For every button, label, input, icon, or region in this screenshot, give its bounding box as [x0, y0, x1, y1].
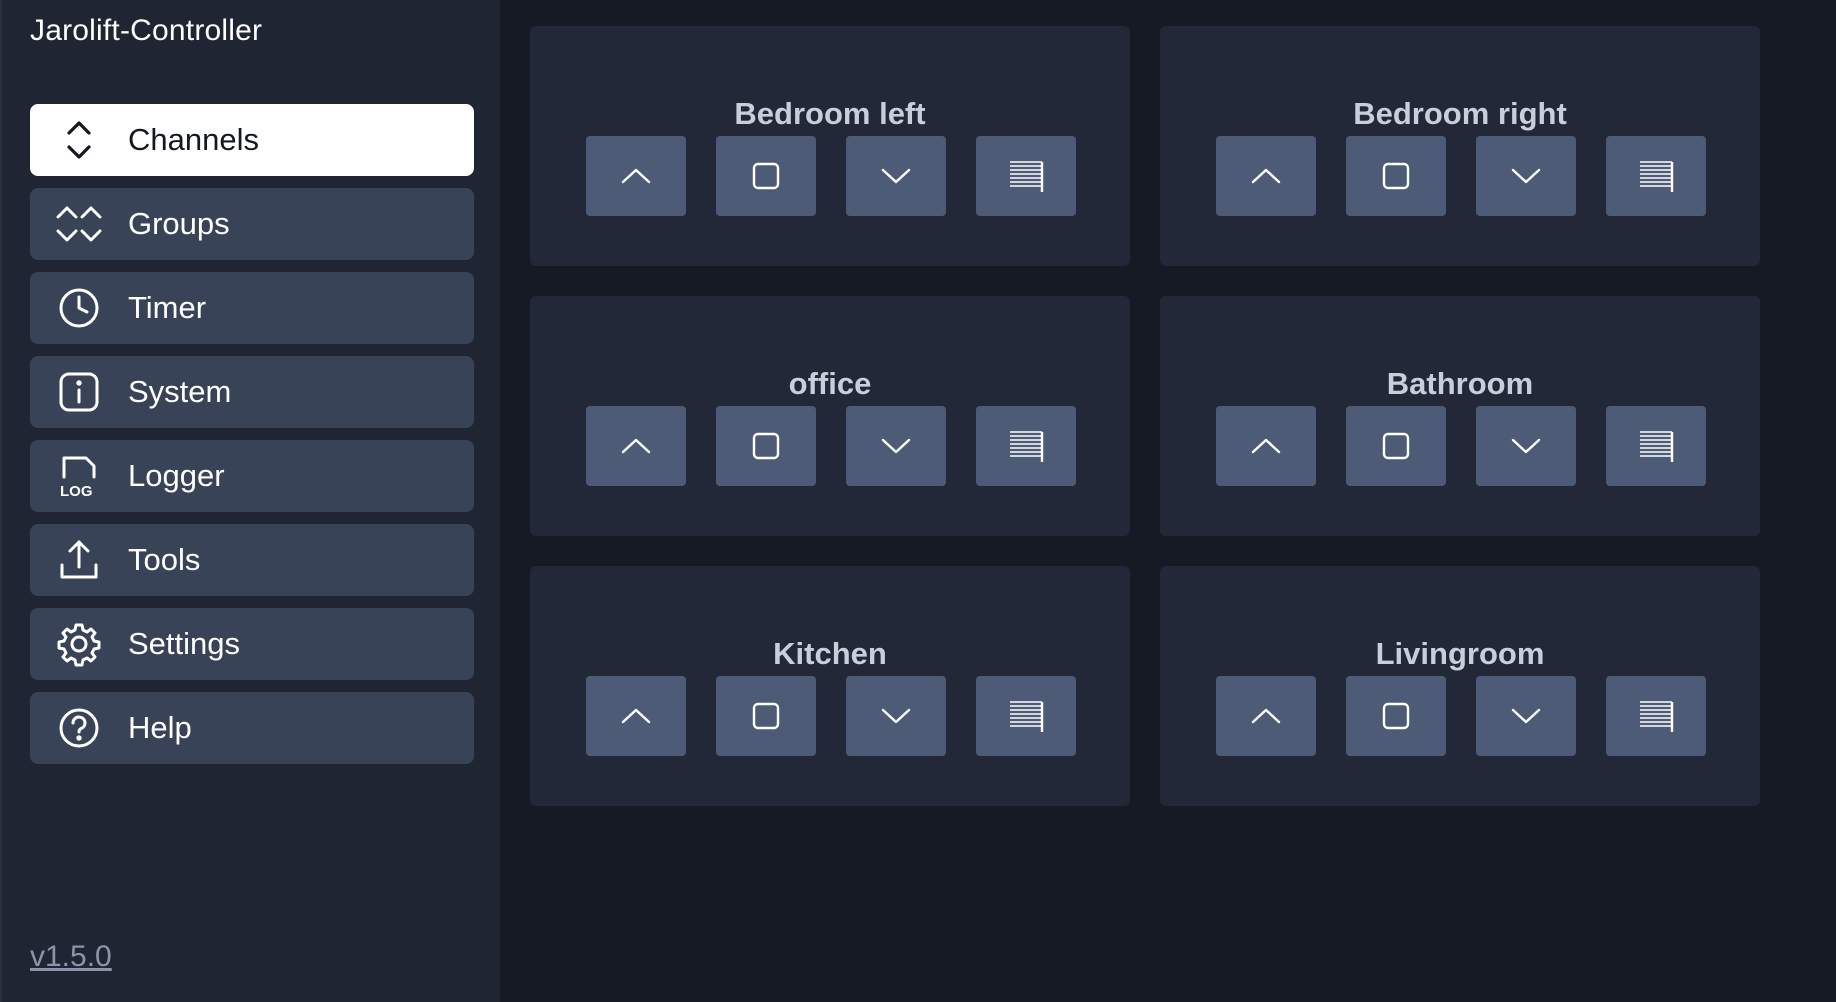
- shade-button[interactable]: [976, 136, 1076, 216]
- stop-square-icon: [1382, 162, 1410, 190]
- shade-icon: [1640, 431, 1674, 462]
- stop-button[interactable]: [1346, 676, 1446, 756]
- sidebar-item-label: Tools: [128, 542, 201, 577]
- gear-icon: [52, 617, 106, 671]
- app-title: Jarolift-Controller: [30, 14, 263, 47]
- channel-name: office: [788, 366, 872, 401]
- sidebar-item-label: Channels: [128, 122, 259, 157]
- down-button[interactable]: [1476, 406, 1576, 486]
- shade-icon: [1010, 431, 1044, 462]
- sidebar-item-label: Logger: [128, 458, 225, 493]
- channel-name: Livingroom: [1375, 636, 1545, 671]
- stop-button[interactable]: [716, 136, 816, 216]
- chevron-down-icon: [1511, 168, 1541, 184]
- channel-card: office: [530, 296, 1130, 536]
- sidebar-item-label: Groups: [128, 206, 230, 241]
- down-button[interactable]: [846, 676, 946, 756]
- stop-square-icon: [752, 162, 780, 190]
- sidebar-nav: Channels Groups Timer System LOG Logger …: [30, 104, 474, 776]
- channel-controls: [586, 136, 1076, 216]
- shade-button[interactable]: [1606, 136, 1706, 216]
- sidebar-item-label: Help: [128, 710, 192, 745]
- shade-icon: [1010, 161, 1044, 192]
- sidebar-item-system[interactable]: System: [30, 356, 474, 428]
- stop-button[interactable]: [716, 676, 816, 756]
- channel-card: Bedroom right: [1160, 26, 1760, 266]
- channel-name: Bedroom right: [1353, 96, 1567, 131]
- channel-card: Kitchen: [530, 566, 1130, 806]
- shade-icon: [1640, 701, 1674, 732]
- stop-square-icon: [1382, 432, 1410, 460]
- upload-icon: [52, 533, 106, 587]
- chevron-up-icon: [1251, 708, 1281, 724]
- up-button[interactable]: [586, 136, 686, 216]
- channel-name: Bathroom: [1386, 366, 1534, 401]
- shade-icon: [1640, 161, 1674, 192]
- info-icon: [52, 365, 106, 419]
- chevron-down-icon: [881, 438, 911, 454]
- channel-name: Bedroom left: [734, 96, 926, 131]
- chevron-up-icon: [621, 708, 651, 724]
- up-button[interactable]: [586, 676, 686, 756]
- channel-controls: [1216, 676, 1706, 756]
- chevron-up-icon: [1251, 168, 1281, 184]
- down-button[interactable]: [1476, 136, 1576, 216]
- sidebar-item-label: Timer: [128, 290, 207, 325]
- sidebar: Jarolift-Controller Channels Groups Time…: [0, 0, 500, 1002]
- shade-icon: [1010, 701, 1044, 732]
- stop-square-icon: [1382, 702, 1410, 730]
- channel-controls: [1216, 406, 1706, 486]
- channel-name: Kitchen: [773, 636, 887, 671]
- shade-button[interactable]: [1606, 406, 1706, 486]
- channel-card: Bedroom left: [530, 26, 1130, 266]
- double-chevrons-icon: [52, 197, 106, 251]
- channels-panel: Bedroom left Bedroom right office Bathro…: [500, 0, 1836, 1002]
- log-icon: LOG: [52, 449, 106, 503]
- svg-text:LOG: LOG: [60, 483, 93, 499]
- shade-button[interactable]: [976, 406, 1076, 486]
- chevron-down-icon: [881, 708, 911, 724]
- app-window: Jarolift-Controller Channels Groups Time…: [0, 0, 1836, 1002]
- sidebar-item-label: Settings: [128, 626, 241, 661]
- stop-button[interactable]: [1346, 136, 1446, 216]
- chevron-down-icon: [1511, 708, 1541, 724]
- sidebar-item-groups[interactable]: Groups: [30, 188, 474, 260]
- version-link[interactable]: v1.5.0: [30, 940, 112, 974]
- chevron-up-icon: [1251, 438, 1281, 454]
- sidebar-item-timer[interactable]: Timer: [30, 272, 474, 344]
- help-icon: [52, 701, 106, 755]
- stop-button[interactable]: [1346, 406, 1446, 486]
- stop-square-icon: [752, 432, 780, 460]
- sidebar-item-channels[interactable]: Channels: [30, 104, 474, 176]
- channel-controls: [1216, 136, 1706, 216]
- chevron-up-icon: [621, 168, 651, 184]
- up-button[interactable]: [1216, 136, 1316, 216]
- down-button[interactable]: [846, 406, 946, 486]
- chevron-down-icon: [1511, 438, 1541, 454]
- chevron-up-icon: [621, 438, 651, 454]
- up-button[interactable]: [1216, 406, 1316, 486]
- up-button[interactable]: [1216, 676, 1316, 756]
- chevron-down-icon: [881, 168, 911, 184]
- stop-button[interactable]: [716, 406, 816, 486]
- sidebar-item-label: System: [128, 374, 232, 409]
- sidebar-item-help[interactable]: Help: [30, 692, 474, 764]
- shade-button[interactable]: [976, 676, 1076, 756]
- chevrons-up-down-icon: [52, 113, 106, 167]
- shade-button[interactable]: [1606, 676, 1706, 756]
- up-button[interactable]: [586, 406, 686, 486]
- sidebar-item-logger[interactable]: LOG Logger: [30, 440, 474, 512]
- channel-card: Bathroom: [1160, 296, 1760, 536]
- clock-icon: [52, 281, 106, 335]
- stop-square-icon: [752, 702, 780, 730]
- down-button[interactable]: [846, 136, 946, 216]
- channel-controls: [586, 406, 1076, 486]
- sidebar-item-settings[interactable]: Settings: [30, 608, 474, 680]
- channel-controls: [586, 676, 1076, 756]
- channel-card: Livingroom: [1160, 566, 1760, 806]
- down-button[interactable]: [1476, 676, 1576, 756]
- sidebar-item-tools[interactable]: Tools: [30, 524, 474, 596]
